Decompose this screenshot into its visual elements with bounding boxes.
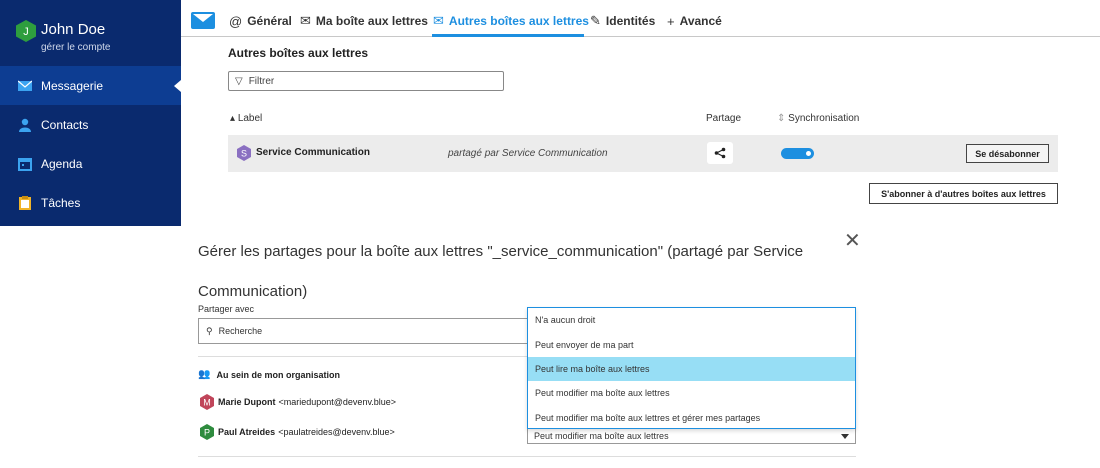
plus-icon: + <box>667 13 675 29</box>
settings-tabbar: @ Général ✉ Ma boîte aux lettres ✉ Autre… <box>181 0 1100 37</box>
close-icon[interactable]: ✕ <box>844 228 861 253</box>
dropdown-option[interactable]: Peut modifier ma boîte aux lettres et gé… <box>528 406 855 430</box>
filter-placeholder: Filtrer <box>248 75 275 87</box>
mailboxes-icon: ✉ <box>433 13 444 28</box>
sidebar-item-label: Tâches <box>41 195 81 210</box>
tab-label: Général <box>247 14 292 28</box>
search-placeholder: Recherche <box>218 326 263 336</box>
tab-advanced[interactable]: + Avancé <box>667 13 722 29</box>
sort-icon: ▴ <box>230 113 238 124</box>
tab-my-mailbox[interactable]: ✉ Ma boîte aux lettres <box>300 13 428 29</box>
sidebar-item-contacts[interactable]: Contacts <box>0 105 181 144</box>
dropdown-option[interactable]: N'a aucun droit <box>528 308 855 332</box>
person-email: <paulatreides@devenv.blue> <box>278 427 395 437</box>
person-icon <box>19 118 31 132</box>
calendar-icon <box>18 157 32 171</box>
column-header-share: Partage <box>706 113 742 124</box>
person-row: M Marie Dupont <mariedupont@devenv.blue> <box>200 394 396 410</box>
person-avatar: P <box>200 424 214 440</box>
share-with-label: Partager avec <box>198 304 255 314</box>
tab-label: Autres boîtes aux lettres <box>448 14 589 28</box>
tab-label: Avancé <box>679 14 722 28</box>
clipboard-icon <box>19 195 31 210</box>
sidebar: J John Doe gérer le compte Messagerie Co… <box>0 0 181 226</box>
user-avatar: J <box>16 20 36 42</box>
share-button[interactable] <box>707 142 733 164</box>
divider <box>198 456 856 457</box>
person-name: Paul Atreides <box>218 427 276 437</box>
chevron-down-icon <box>841 434 849 439</box>
person-name: Marie Dupont <box>218 397 276 407</box>
dropdown-option[interactable]: Peut modifier ma boîte aux lettres <box>528 381 855 405</box>
dialog-title: Gérer les partages pour la boîte aux let… <box>198 243 804 300</box>
column-header-sync[interactable]: ⇕ Synchronisation <box>777 113 859 124</box>
dropdown-option[interactable]: Peut lire ma boîte aux lettres <box>528 356 855 382</box>
sidebar-item-label: Agenda <box>41 156 83 171</box>
rights-select-value: Peut modifier ma boîte aux lettres <box>534 431 669 441</box>
tab-general[interactable]: @ Général <box>229 13 292 29</box>
person-email: <mariedupont@devenv.blue> <box>278 397 397 407</box>
search-icon: ⚲ <box>206 325 213 336</box>
dropdown-option[interactable]: Peut envoyer de ma part <box>528 332 855 356</box>
group-icon: 👥 <box>198 369 211 380</box>
sidebar-item-taches[interactable]: Tâches <box>0 183 181 222</box>
tab-label: Identités <box>605 14 656 28</box>
active-tab-indicator <box>432 34 584 37</box>
sync-toggle[interactable] <box>781 148 814 159</box>
mailbox-avatar: S <box>237 145 251 161</box>
signature-icon: ✎ <box>590 13 601 28</box>
mailbox-shared-by: partagé par Service Communication <box>448 148 608 159</box>
subscribe-button[interactable]: S'abonner à d'autres boîtes aux lettres <box>869 183 1058 204</box>
share-icon <box>714 147 726 159</box>
mail-app-icon <box>191 12 215 29</box>
tab-label: Ma boîte aux lettres <box>315 14 428 28</box>
sidebar-item-messagerie[interactable]: Messagerie <box>0 66 181 105</box>
person-avatar: M <box>200 394 214 410</box>
section-title: Autres boîtes aux lettres <box>228 46 369 60</box>
at-icon: @ <box>229 13 243 29</box>
mailbox-name: Service Communication <box>256 147 370 158</box>
user-name: John Doe <box>41 21 106 38</box>
rights-dropdown: N'a aucun droit Peut envoyer de ma part … <box>527 307 856 429</box>
manage-account-link[interactable]: gérer le compte <box>41 42 110 53</box>
user-header[interactable]: J John Doe gérer le compte <box>0 0 181 66</box>
tab-identities[interactable]: ✎ Identités <box>590 13 655 29</box>
sidebar-item-label: Messagerie <box>41 78 104 93</box>
svg-text:P: P <box>204 428 210 438</box>
inbox-icon: ✉ <box>300 13 311 28</box>
org-heading: 👥 Au sein de mon organisation <box>198 369 340 380</box>
tab-other-mailboxes[interactable]: ✉ Autres boîtes aux lettres <box>433 13 589 29</box>
mail-icon <box>18 80 32 91</box>
column-header-label[interactable]: ▴ Label <box>230 113 262 124</box>
person-row: P Paul Atreides <paulatreides@devenv.blu… <box>200 424 395 440</box>
svg-text:J: J <box>23 26 29 38</box>
unsubscribe-button[interactable]: Se désabonner <box>966 144 1049 163</box>
sidebar-item-label: Contacts <box>41 117 89 132</box>
filter-icon: ▽ <box>235 75 243 87</box>
svg-text:S: S <box>241 149 247 159</box>
search-input[interactable]: ⚲ Recherche <box>198 318 530 344</box>
svg-text:M: M <box>203 398 211 408</box>
sort-icon: ⇕ <box>777 113 789 124</box>
filter-input[interactable]: ▽ Filtrer <box>228 71 504 91</box>
sidebar-item-agenda[interactable]: Agenda <box>0 144 181 183</box>
